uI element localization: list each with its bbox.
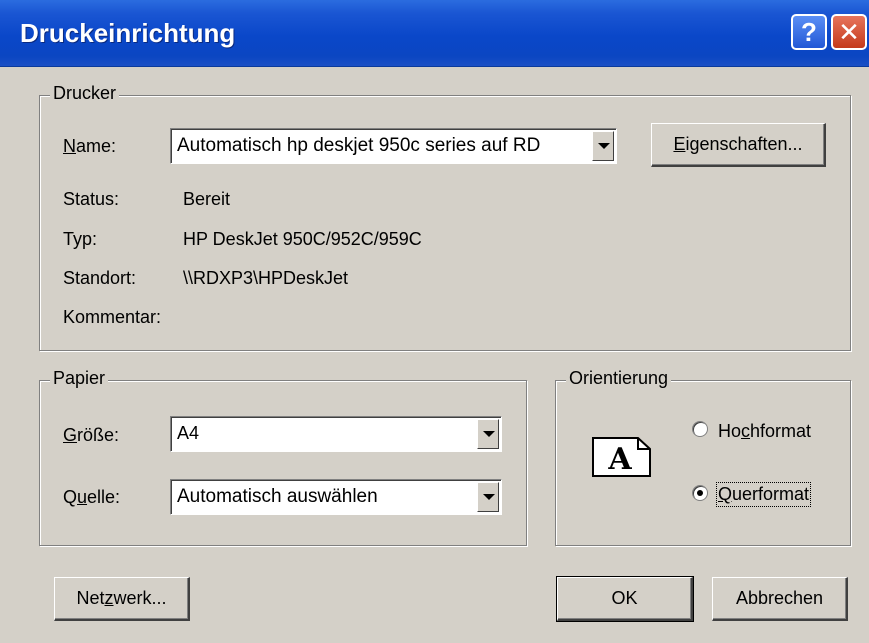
chevron-down-icon[interactable] (477, 482, 499, 512)
paper-size-select[interactable]: A4 (170, 416, 502, 452)
orientation-group-label: Orientierung (566, 368, 672, 389)
close-icon[interactable]: ✕ (831, 14, 867, 50)
type-label: Typ: (63, 229, 98, 249)
paper-group-label: Papier (50, 368, 109, 389)
location-label: Standort: (63, 268, 137, 288)
status-label: Status: (63, 189, 120, 209)
page-icon-letter: A (607, 442, 632, 477)
comment-label: Kommentar: (63, 307, 162, 327)
ok-button[interactable]: OK (556, 576, 694, 622)
title-bar[interactable]: Druckeinrichtung ? ✕ (0, 0, 869, 67)
printer-group-label: Drucker (50, 83, 120, 104)
location-value: \\RDXP3\HPDeskJet (183, 268, 349, 288)
printer-name-value: Automatisch hp deskjet 950c series auf R… (177, 135, 541, 156)
portrait-radio[interactable] (692, 421, 708, 437)
help-icon[interactable]: ? (791, 14, 827, 50)
chevron-down-icon[interactable] (592, 131, 614, 161)
cancel-button[interactable]: Abbrechen (712, 577, 848, 621)
portrait-label[interactable]: Hochformat (718, 421, 811, 442)
landscape-radio[interactable] (692, 485, 708, 501)
source-label: Quelle: (63, 487, 121, 507)
paper-group: Papier (39, 368, 527, 546)
paper-source-select[interactable]: Automatisch auswählen (170, 479, 502, 515)
network-button[interactable]: Net z werk... (54, 577, 190, 621)
window-title: Druckeinrichtung (20, 18, 236, 48)
name-label: Name: (63, 136, 117, 156)
chevron-down-icon[interactable] (477, 419, 499, 449)
landscape-label[interactable]: Querformat (715, 482, 812, 507)
paper-size-value: A4 (177, 423, 200, 443)
properties-button[interactable]: Eigenschaften... (651, 123, 826, 167)
type-value: HP DeskJet 950C/952C/959C (183, 229, 422, 249)
size-label: Größe: (63, 425, 120, 445)
status-value: Bereit (183, 189, 231, 209)
paper-source-value: Automatisch auswählen (177, 486, 378, 507)
printer-name-select[interactable]: Automatisch hp deskjet 950c series auf R… (170, 128, 617, 164)
landscape-page-icon: A (592, 437, 651, 477)
